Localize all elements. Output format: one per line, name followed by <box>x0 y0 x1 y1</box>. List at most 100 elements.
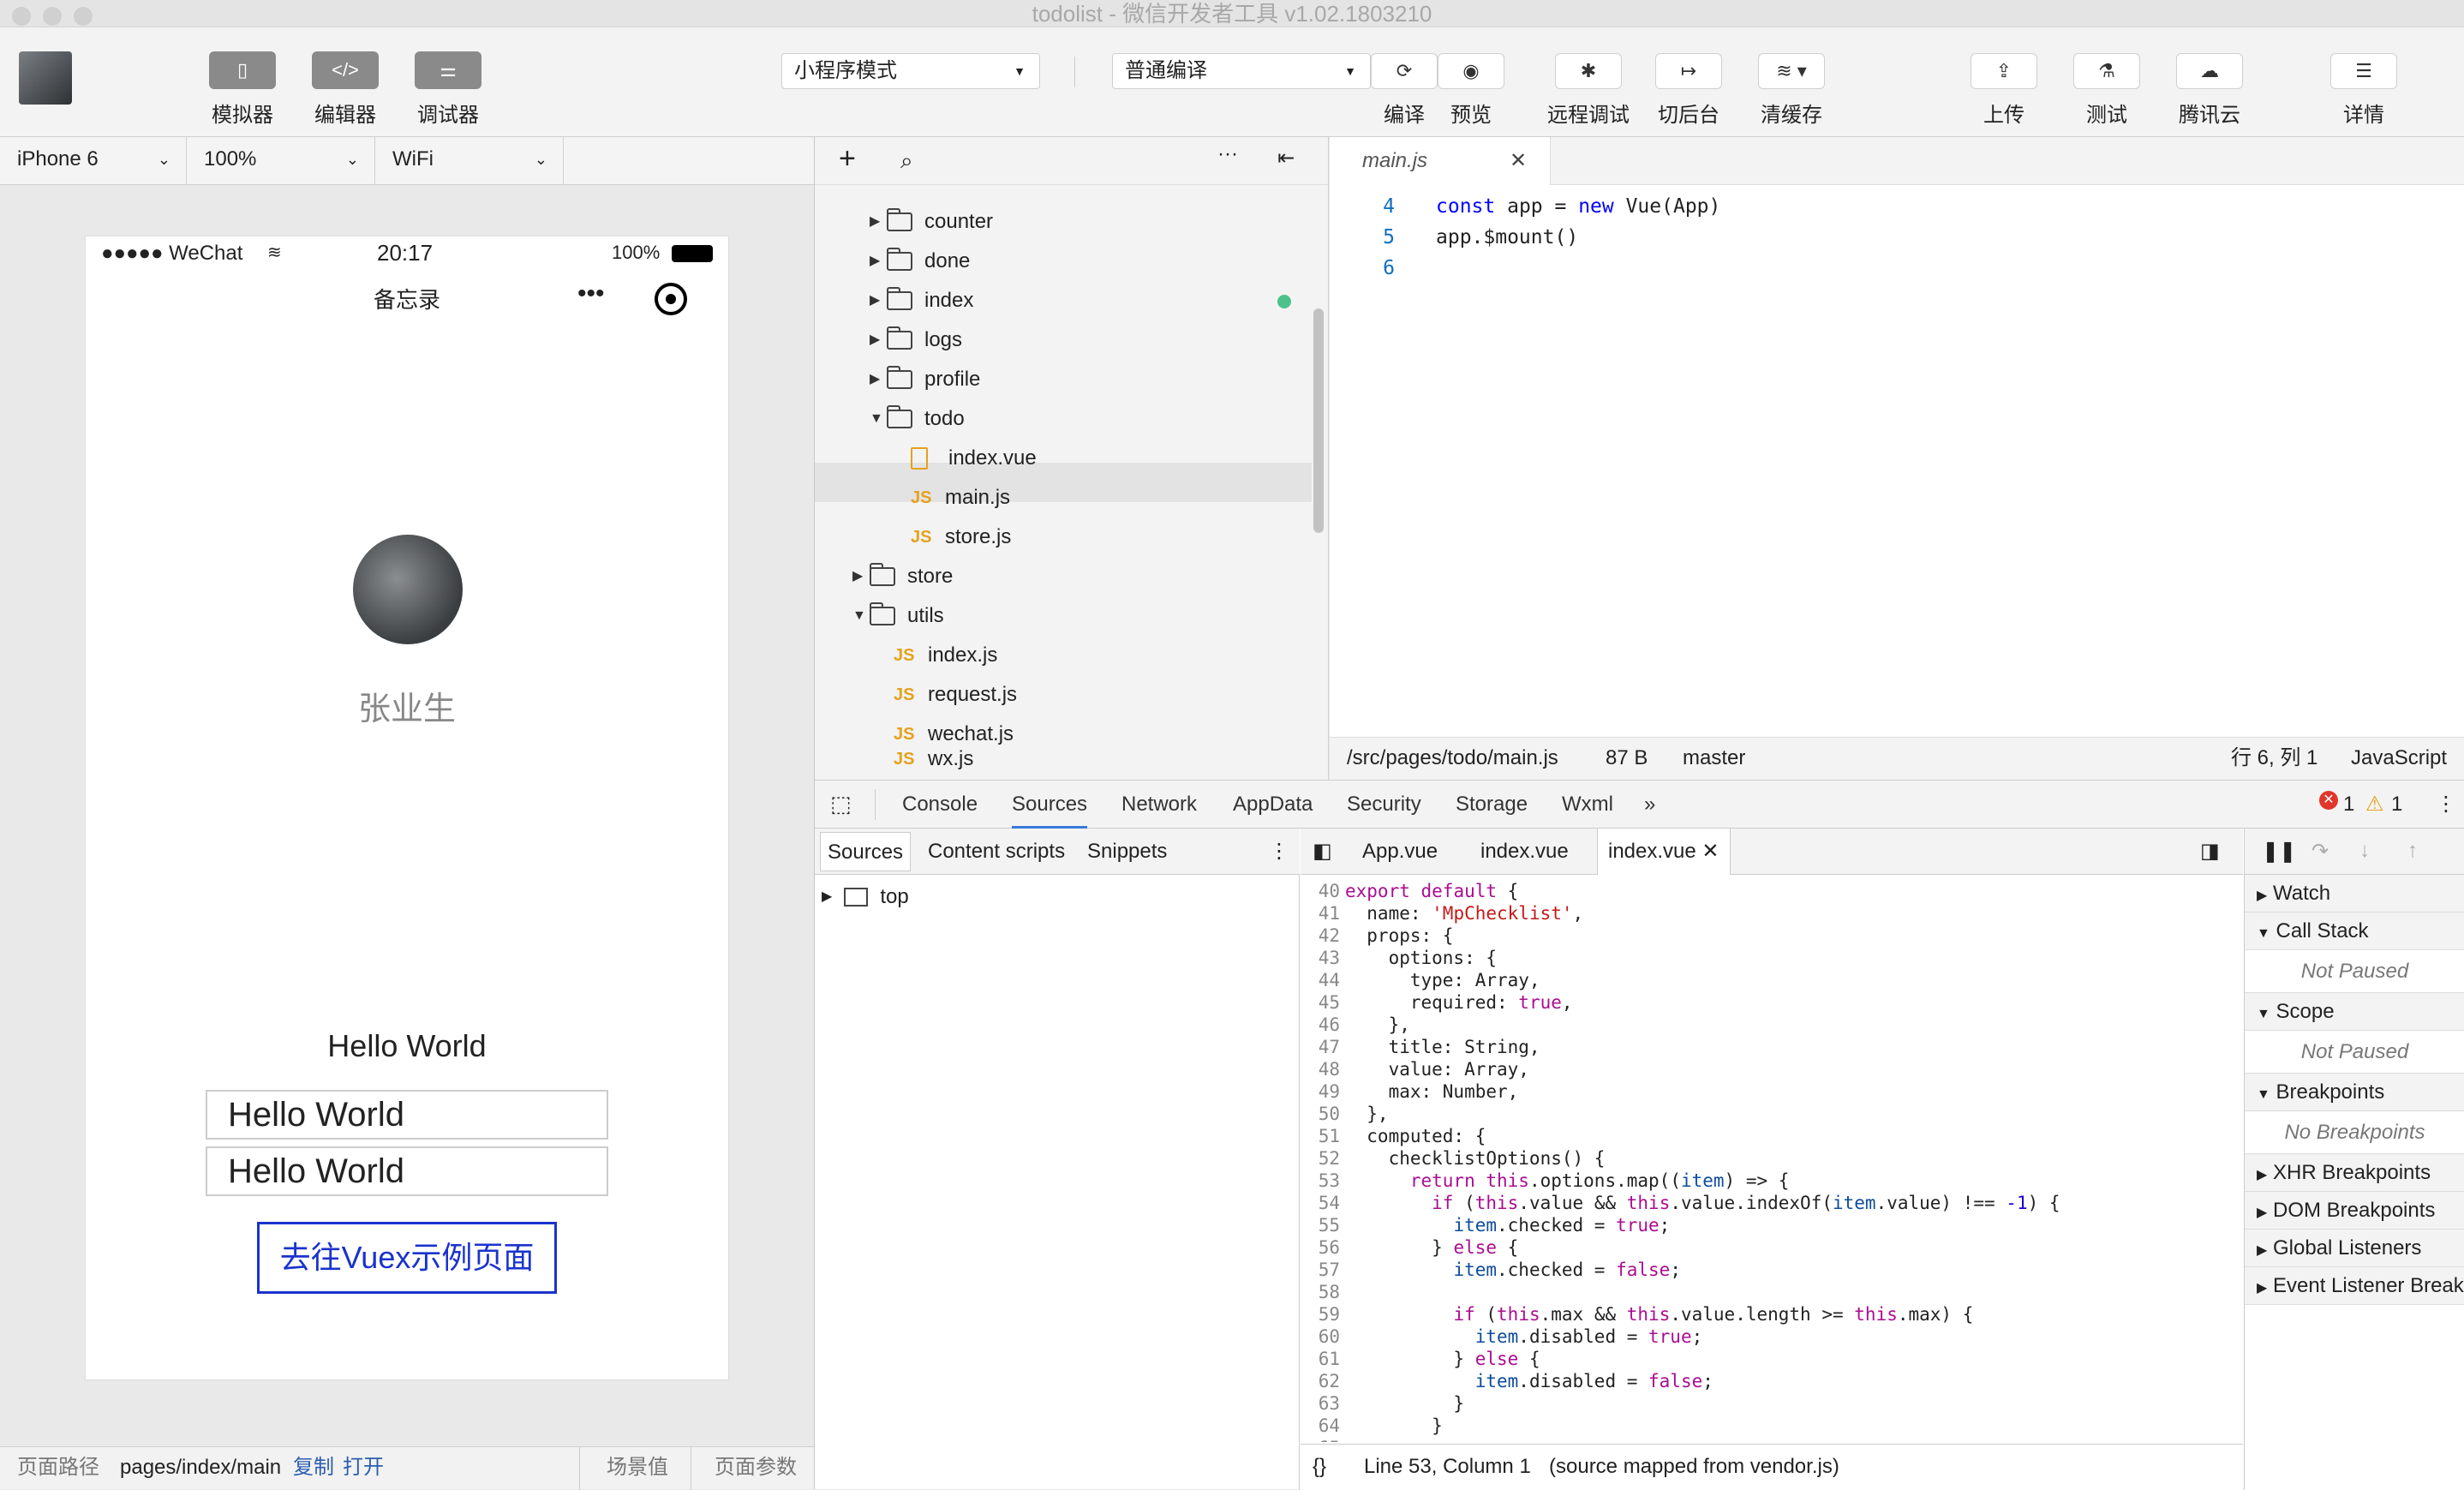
background-button[interactable]: ↦ 切后台 <box>1655 53 1722 128</box>
line-number[interactable]: 62 <box>1301 1370 1340 1392</box>
tree-item-store[interactable]: ▶ store <box>852 557 953 596</box>
close-icon[interactable]: ✕ <box>1510 137 1527 185</box>
vuex-example-button[interactable]: 去往Vuex示例页面 <box>257 1222 557 1294</box>
line-number[interactable]: 56 <box>1301 1236 1340 1259</box>
copy-path-link[interactable]: 复制 <box>293 1447 334 1488</box>
line-number[interactable]: 52 <box>1301 1147 1340 1170</box>
details-button[interactable]: ☰ 详情 <box>2330 53 2397 128</box>
line-number[interactable]: 48 <box>1301 1058 1340 1080</box>
tab-sources[interactable]: Sources <box>1012 781 1088 829</box>
hello-input-2[interactable]: Hello World <box>206 1146 608 1196</box>
toggle-debugger-icon[interactable]: ◨ <box>2200 829 2220 875</box>
tree-item-profile[interactable]: ▶ profile <box>870 360 980 399</box>
tab-storage[interactable]: Storage <box>1456 781 1528 829</box>
code-line[interactable]: } else { <box>1345 1348 1540 1370</box>
line-number[interactable]: 53 <box>1301 1170 1340 1192</box>
code-line[interactable]: max: Number, <box>1345 1080 1519 1103</box>
line-number[interactable]: 43 <box>1301 947 1340 969</box>
code-line[interactable]: value: Array, <box>1345 1058 1529 1080</box>
line-number[interactable]: 54 <box>1301 1192 1340 1214</box>
device-model-select[interactable]: iPhone 6 ⌄ <box>0 137 187 185</box>
code-line[interactable]: name: 'MpChecklist', <box>1345 902 1583 925</box>
warning-count[interactable]: 1 <box>2391 781 2402 829</box>
more-tabs-button[interactable]: » <box>1644 781 1655 829</box>
code-line[interactable]: export default { <box>1345 880 1518 902</box>
tree-item-main-js[interactable]: JS main.js <box>911 478 1010 518</box>
file-tree-scrollbar[interactable] <box>1313 308 1324 533</box>
scope-section[interactable]: ▼ Scope <box>2245 993 2464 1031</box>
file-tab-app-vue[interactable]: App.vue <box>1362 829 1438 875</box>
more-icon[interactable]: ··· <box>1217 142 1238 166</box>
line-number[interactable]: 40 <box>1301 880 1340 902</box>
tree-item-wx-js[interactable]: JS wx.js <box>894 742 973 776</box>
compile-mode-select[interactable]: 普通编译 ▼ <box>1112 53 1371 89</box>
toggle-navigator-icon[interactable]: ◧ <box>1313 829 1332 875</box>
code-line[interactable]: props: { <box>1345 925 1453 947</box>
git-branch[interactable]: master <box>1683 738 1745 779</box>
line-number[interactable]: 46 <box>1301 1014 1340 1036</box>
code-line[interactable]: app.$mount() <box>1436 226 1578 248</box>
tree-item-index-vue[interactable]: index.vue <box>911 439 1037 478</box>
line-number[interactable]: 60 <box>1301 1325 1340 1348</box>
line-number[interactable]: 63 <box>1301 1392 1340 1415</box>
line-number[interactable]: 65 <box>1301 1437 1340 1442</box>
preview-button[interactable]: ◉ 预览 <box>1438 53 1504 128</box>
tab-network[interactable]: Network <box>1121 781 1197 829</box>
inspect-element-icon[interactable]: ⬚ <box>830 791 852 817</box>
code-line[interactable]: }, <box>1345 1014 1410 1036</box>
step-out-icon[interactable]: ↑ <box>2407 839 2418 863</box>
subtab-snippets[interactable]: Snippets <box>1087 829 1167 875</box>
tree-item-done[interactable]: ▶ done <box>870 242 970 281</box>
line-number[interactable]: 44 <box>1301 969 1340 991</box>
simulator-button[interactable]: ▯ 模拟器 <box>209 51 276 128</box>
subtab-sources[interactable]: Sources <box>820 832 912 871</box>
code-line[interactable]: } <box>1345 1415 1443 1437</box>
tree-item-logs[interactable]: ▶ logs <box>870 320 962 360</box>
step-over-icon[interactable]: ↷ <box>2311 839 2329 864</box>
code-line[interactable]: const app = new Vue(App) <box>1436 195 1720 218</box>
tree-item-request-js[interactable]: JS request.js <box>894 675 1017 715</box>
code-line[interactable]: }, <box>1345 1103 1388 1125</box>
line-number[interactable]: 58 <box>1301 1281 1340 1303</box>
line-number[interactable]: 45 <box>1301 991 1340 1014</box>
close-icon[interactable]: ✕ <box>1701 840 1719 863</box>
line-number[interactable]: 64 <box>1301 1415 1340 1437</box>
source-code-lines[interactable]: 40 export default {41 name: 'MpChecklist'… <box>1301 877 2243 1442</box>
project-avatar[interactable] <box>19 51 72 105</box>
code-line[interactable]: options: { <box>1345 947 1497 969</box>
dom-breakpoints-section[interactable]: ▶ DOM Breakpoints <box>2245 1192 2464 1230</box>
file-tab-index-vue[interactable]: index.vue <box>1480 829 1569 875</box>
page-params-button[interactable]: 页面参数 <box>715 1447 797 1488</box>
tree-item-utils[interactable]: ▼ utils <box>852 596 944 636</box>
network-select[interactable]: WiFi ⌄ <box>375 137 564 185</box>
scene-value-button[interactable]: 场景值 <box>607 1447 668 1488</box>
line-number[interactable]: 51 <box>1301 1125 1340 1147</box>
more-icon[interactable]: ⋮ <box>1269 829 1289 875</box>
subtab-content-scripts[interactable]: Content scripts <box>928 829 1065 875</box>
line-number[interactable]: 41 <box>1301 902 1340 925</box>
test-button[interactable]: ⚗ 测试 <box>2073 53 2140 128</box>
code-line[interactable]: item.disabled = true; <box>1345 1325 1703 1348</box>
tree-item-store-js[interactable]: JS store.js <box>911 518 1011 557</box>
code-line[interactable]: } else { <box>1345 1236 1518 1259</box>
line-number[interactable]: 59 <box>1301 1303 1340 1325</box>
code-line[interactable]: required: true, <box>1345 991 1573 1014</box>
frame-top[interactable]: ▶ top <box>822 880 909 914</box>
collapse-panel-icon[interactable]: ⇤ <box>1277 146 1295 171</box>
global-listeners-section[interactable]: ▶ Global Listeners <box>2245 1230 2464 1267</box>
code-line[interactable]: item.checked = true; <box>1345 1214 1670 1236</box>
code-line[interactable]: if (this.value && this.value.indexOf(ite… <box>1345 1192 2060 1214</box>
more-dots-icon[interactable]: ••• <box>577 279 605 308</box>
line-number[interactable]: 57 <box>1301 1259 1340 1281</box>
code-line[interactable]: item.disabled = false; <box>1345 1370 1713 1392</box>
mode-select[interactable]: 小程序模式 ▼ <box>781 53 1040 89</box>
watch-section[interactable]: ▶ Watch <box>2245 875 2464 913</box>
hello-input-1[interactable]: Hello World <box>206 1090 608 1140</box>
error-count[interactable]: 1 <box>2343 781 2354 829</box>
tree-item-index[interactable]: ▶ index <box>870 281 973 320</box>
line-number[interactable]: 47 <box>1301 1036 1340 1058</box>
line-number[interactable]: 61 <box>1301 1348 1340 1370</box>
code-line[interactable]: computed: { <box>1345 1125 1486 1147</box>
open-path-link[interactable]: 打开 <box>343 1447 384 1488</box>
tab-main-js[interactable]: main.js ✕ <box>1330 137 1551 185</box>
